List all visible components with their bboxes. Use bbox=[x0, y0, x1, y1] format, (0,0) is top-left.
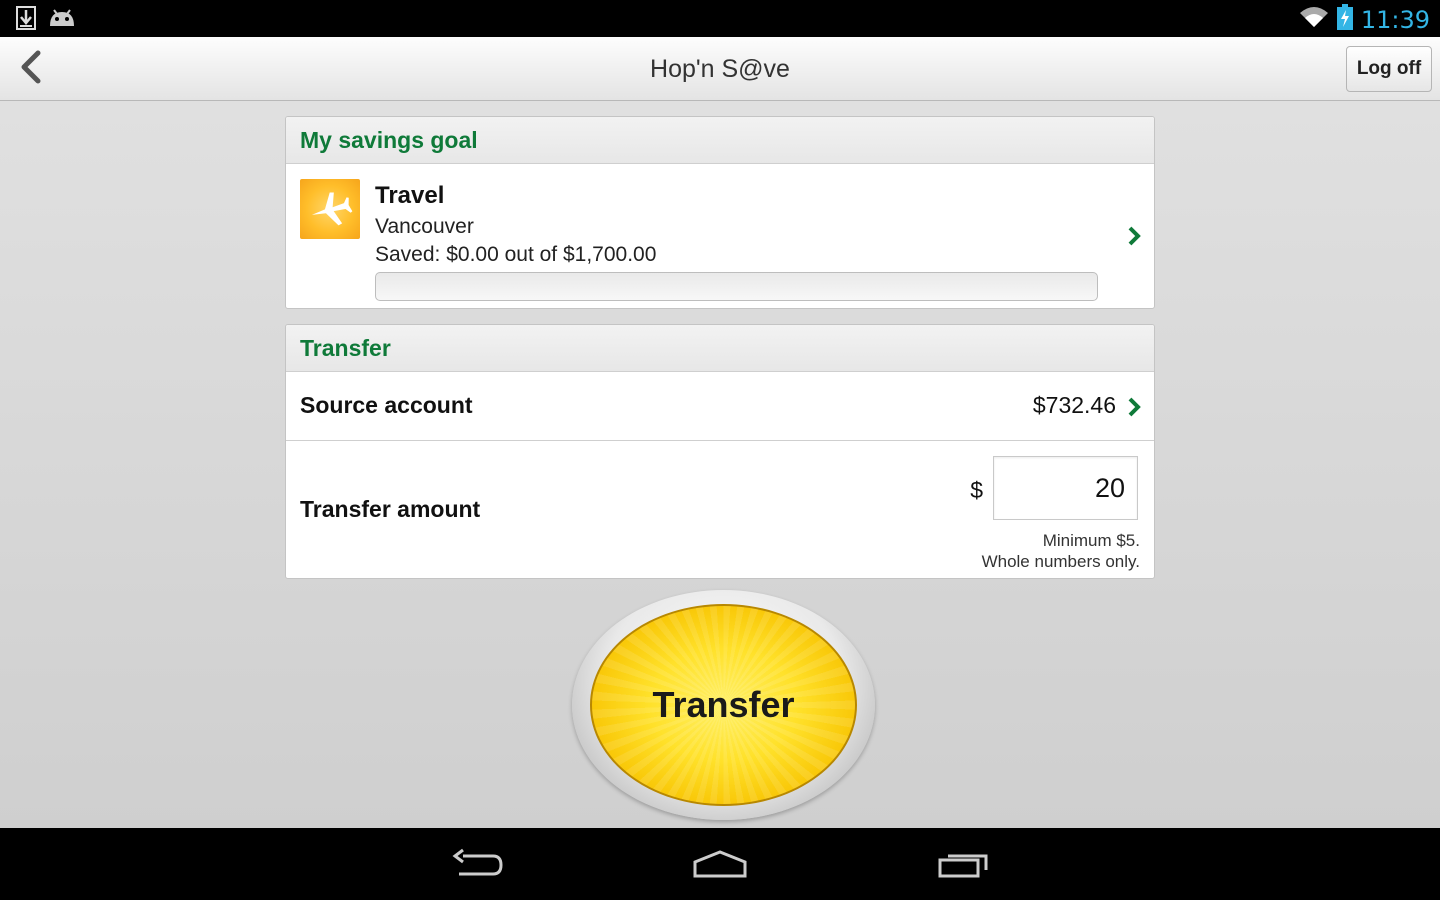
chevron-right-icon bbox=[1126, 225, 1142, 247]
goal-saved-text: Saved: $0.00 out of $1,700.00 bbox=[375, 243, 657, 266]
home-nav-icon[interactable] bbox=[690, 846, 750, 882]
app-title: Hop'n S@ve bbox=[650, 55, 790, 83]
savings-goal-header: My savings goal bbox=[286, 117, 1154, 164]
log-off-button[interactable]: Log off bbox=[1346, 46, 1432, 92]
android-icon bbox=[48, 8, 76, 33]
source-account-row[interactable]: Source account $732.46 bbox=[286, 372, 1154, 441]
source-account-label: Source account bbox=[300, 392, 473, 418]
airplane-icon bbox=[300, 179, 360, 239]
battery-charging-icon bbox=[1336, 4, 1353, 35]
recent-apps-icon[interactable] bbox=[934, 846, 994, 882]
main-content: My savings goal Travel Vancouver Saved: … bbox=[0, 101, 1440, 828]
transfer-amount-row: Transfer amount $ Minimum $5. Whole numb… bbox=[286, 441, 1154, 578]
action-bar: Hop'n S@ve Log off bbox=[0, 37, 1440, 101]
download-icon bbox=[16, 6, 36, 35]
amount-hint-whole: Whole numbers only. bbox=[981, 552, 1140, 571]
chevron-right-icon bbox=[1126, 396, 1142, 418]
wifi-icon bbox=[1299, 5, 1329, 34]
transfer-amount-input[interactable] bbox=[993, 456, 1138, 520]
amount-hint-minimum: Minimum $5. bbox=[1042, 531, 1140, 550]
currency-symbol: $ bbox=[970, 477, 983, 503]
transfer-button-bezel: Transfer bbox=[572, 590, 875, 820]
back-nav-icon[interactable] bbox=[447, 846, 507, 882]
status-bar: 11:39 bbox=[0, 0, 1440, 37]
goal-progress-bar bbox=[375, 272, 1098, 301]
system-nav-bar bbox=[0, 828, 1440, 900]
transfer-header: Transfer bbox=[286, 325, 1154, 372]
goal-title: Travel bbox=[375, 182, 445, 209]
source-account-balance: $732.46 bbox=[1032, 392, 1116, 418]
transfer-button[interactable]: Transfer bbox=[590, 604, 857, 806]
transfer-amount-label: Transfer amount bbox=[300, 496, 481, 522]
savings-goal-panel: My savings goal Travel Vancouver Saved: … bbox=[285, 116, 1155, 309]
goal-destination: Vancouver bbox=[375, 215, 474, 238]
status-time: 11:39 bbox=[1360, 5, 1430, 34]
savings-goal-item[interactable]: Travel Vancouver Saved: $0.00 out of $1,… bbox=[286, 164, 1154, 308]
transfer-panel: Transfer Source account $732.46 Transfer… bbox=[285, 324, 1155, 579]
